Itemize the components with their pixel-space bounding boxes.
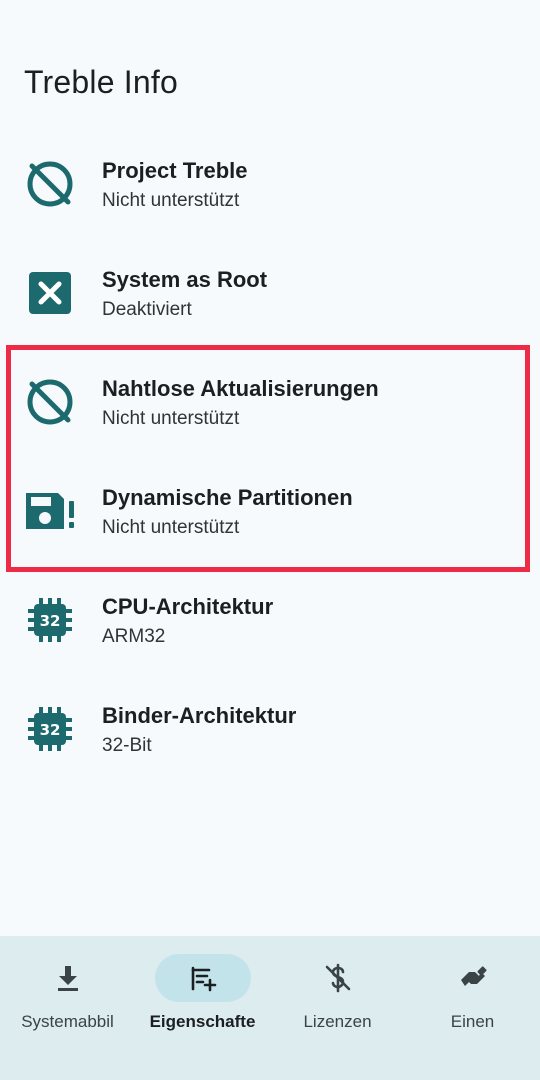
nav-label: Systemabbil <box>21 1012 114 1031</box>
item-label: System as Root <box>102 267 268 292</box>
nav-tab-lizenzen[interactable]: Lizenzen <box>270 936 405 1056</box>
nav-tab-systemabbild[interactable]: Systemabbil <box>0 936 135 1056</box>
not-supported-icon <box>24 158 76 210</box>
chip-32-icon: 32 <box>24 703 76 755</box>
nav-tab-eigenschaften[interactable]: Eigenschafte <box>135 936 270 1056</box>
item-value: ARM32 <box>102 626 166 647</box>
svg-text:32: 32 <box>40 612 61 630</box>
page-title: Treble Info <box>24 64 178 100</box>
handshake-icon <box>457 962 489 994</box>
list-item-binder-architecture[interactable]: 32 Binder-Architektur 32-Bit <box>0 689 540 789</box>
nav-label: Einen <box>450 1012 495 1031</box>
list-add-icon <box>187 962 219 994</box>
item-value: Deaktiviert <box>102 299 192 320</box>
svg-text:32: 32 <box>40 721 61 739</box>
item-label: Project Treble <box>102 158 248 183</box>
nav-tab-einen[interactable]: Einen <box>405 936 540 1056</box>
chip-32-icon: 32 <box>24 594 76 646</box>
highlight-box <box>6 345 530 572</box>
x-box-icon <box>24 267 76 319</box>
item-value: 32-Bit <box>102 735 152 756</box>
nav-label: Eigenschafte <box>149 1012 256 1031</box>
download-icon <box>52 962 84 994</box>
item-label: Binder-Architektur <box>102 703 297 728</box>
list-item-project-treble[interactable]: Project Treble Nicht unterstützt <box>0 144 540 244</box>
list-item-system-as-root[interactable]: System as Root Deaktiviert <box>0 253 540 353</box>
bottom-navigation: Systemabbil Eigenschafte Lizenzen Einen <box>0 936 540 1080</box>
item-label: CPU-Architektur <box>102 594 274 619</box>
item-value: Nicht unterstützt <box>102 190 240 211</box>
list-item-cpu-architecture[interactable]: 32 CPU-Architektur ARM32 <box>0 580 540 680</box>
nav-label: Lizenzen <box>303 1012 372 1031</box>
no-money-icon <box>322 962 354 994</box>
